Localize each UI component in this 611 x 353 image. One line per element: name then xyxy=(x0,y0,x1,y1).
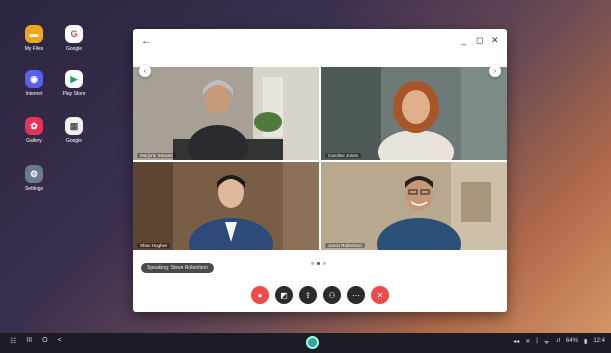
flower-icon: ✿ xyxy=(25,117,43,135)
play-store-icon: ▶ xyxy=(65,70,83,88)
end-call-button[interactable]: ✕ xyxy=(371,286,389,304)
back-icon[interactable]: < xyxy=(58,337,62,345)
participant-tile[interactable]: Shao Hughes xyxy=(133,162,319,250)
volume-icon: ◂◂ xyxy=(513,339,520,345)
close-icon: ✕ xyxy=(376,290,384,300)
gear-icon: ⚙ xyxy=(25,165,43,183)
page-dot[interactable] xyxy=(323,262,326,265)
desktop-icon-play-store[interactable]: ▶ Play Store xyxy=(52,70,96,97)
icon-label: My Files xyxy=(24,46,44,52)
participants-button[interactable]: ⚇ xyxy=(323,286,341,304)
desktop-icon-gallery[interactable]: ✿ Gallery xyxy=(12,117,56,144)
maximize-button[interactable]: ◻ xyxy=(476,35,483,46)
participant-video xyxy=(173,67,319,160)
icon-label: Settings xyxy=(24,186,44,192)
desktop-icon-internet[interactable]: ◉ Internet xyxy=(12,70,56,97)
participant-video xyxy=(321,67,507,160)
meeting-app-taskbar-icon[interactable] xyxy=(306,336,319,349)
taskbar: ☷ III O < ◂◂ ✕ | ᯤ .ıl 64% ▮ 12:4 xyxy=(0,333,611,353)
participant-video xyxy=(133,162,319,250)
page-dot[interactable] xyxy=(311,262,314,265)
icon-label: Play Store xyxy=(62,91,86,97)
minimize-button[interactable]: _ xyxy=(461,35,466,45)
mute-microphone-button[interactable]: ● xyxy=(251,286,269,304)
participant-tile[interactable]: Marjorie Stewart xyxy=(133,67,319,160)
icon-label: Gallery xyxy=(26,138,42,144)
close-window-button[interactable]: ✕ xyxy=(491,35,499,46)
desktop-icon-settings[interactable]: ⚙ Settings xyxy=(12,165,56,192)
desktop-icon-google[interactable]: G Google xyxy=(52,25,96,52)
participant-grid: Marjorie Stewart Caroline Jones Shao Hug… xyxy=(133,67,507,282)
back-arrow-icon[interactable]: ← xyxy=(141,35,152,47)
recent-apps-icon[interactable]: III xyxy=(26,337,32,345)
more-options-button[interactable]: ⋯ xyxy=(347,286,365,304)
desktop-icon-my-files[interactable]: ▬ My Files xyxy=(12,25,56,52)
folder-icon: ▬ xyxy=(25,25,43,43)
battery-icon: ▮ xyxy=(584,339,588,345)
desktop-icon-google-folder[interactable]: ▦ Google xyxy=(52,117,96,144)
call-controls: ● ◩ ⇪ ⚇ ⋯ ✕ xyxy=(251,286,389,304)
signal-icon: .ıl xyxy=(555,338,560,344)
app-folder-icon: ▦ xyxy=(65,117,83,135)
divider: | xyxy=(536,338,538,344)
camera-off-icon: ◩ xyxy=(280,290,288,300)
participant-name: Shao Hughes xyxy=(137,243,171,248)
clock: 12:4 xyxy=(593,338,605,344)
participant-name: Caroline Jones xyxy=(325,153,362,158)
participant-name: Jason Robertson xyxy=(325,243,366,248)
next-page-button[interactable]: › xyxy=(489,65,501,77)
participant-tile[interactable]: Jason Robertson xyxy=(321,162,507,250)
participant-video xyxy=(377,162,507,250)
google-icon: G xyxy=(65,25,83,43)
share-icon: ⇪ xyxy=(304,290,312,300)
video-call-window: ← _ ◻ ✕ Marjorie Stewart Caroline Jones … xyxy=(133,29,507,312)
icon-label: Internet xyxy=(25,91,43,97)
share-screen-button[interactable]: ⇪ xyxy=(299,286,317,304)
participant-tile[interactable]: Caroline Jones xyxy=(321,67,507,160)
apps-grid-icon[interactable]: ☷ xyxy=(10,337,16,345)
page-dot-active[interactable] xyxy=(317,262,320,265)
taskbar-left: ☷ III O < xyxy=(10,337,62,345)
page-indicator[interactable] xyxy=(311,262,326,265)
people-icon: ⚇ xyxy=(328,290,336,300)
participant-name: Marjorie Stewart xyxy=(137,153,176,158)
icon-label: Google xyxy=(65,46,83,52)
home-icon[interactable]: O xyxy=(42,337,47,345)
battery-percent: 64% xyxy=(565,338,578,344)
status-area[interactable]: ◂◂ ✕ | ᯤ .ıl 64% ▮ 12:4 xyxy=(513,338,605,346)
speaking-indicator: Speaking: Steve Robertson xyxy=(141,263,214,273)
previous-page-button[interactable]: ‹ xyxy=(139,65,151,77)
camera-toggle-button[interactable]: ◩ xyxy=(275,286,293,304)
icon-label: Google xyxy=(65,138,83,144)
mute-icon: ✕ xyxy=(525,339,531,345)
more-icon: ⋯ xyxy=(352,290,360,300)
microphone-off-icon: ● xyxy=(257,290,263,300)
globe-icon: ◉ xyxy=(25,70,43,88)
title-bar: ← _ ◻ ✕ xyxy=(133,29,507,59)
wifi-icon: ᯤ xyxy=(543,340,550,346)
